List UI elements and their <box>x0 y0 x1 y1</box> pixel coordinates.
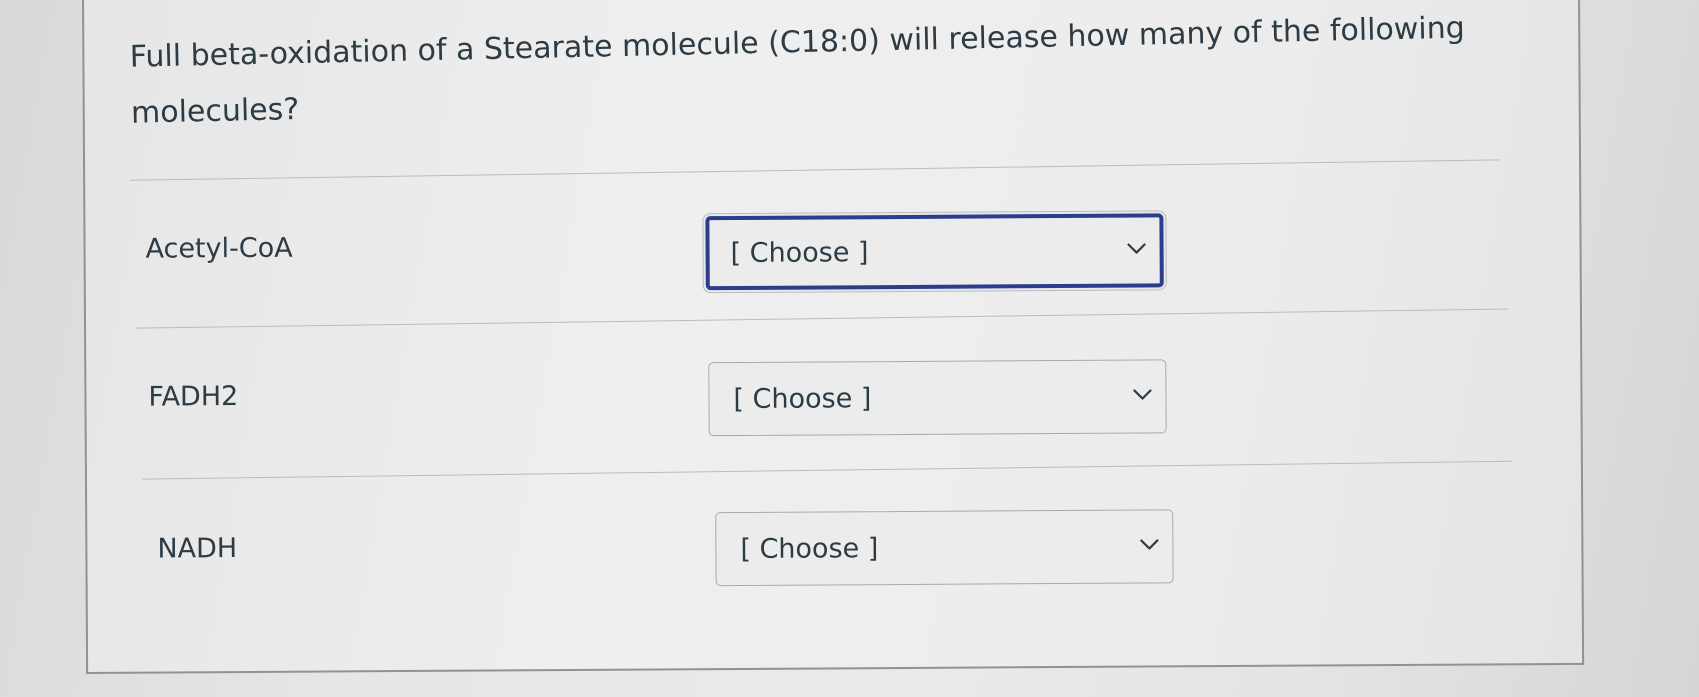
row-label-fadh2: FADH2 <box>148 381 239 413</box>
chevron-down-icon <box>1127 243 1146 254</box>
row-label-nadh: NADH <box>157 533 238 565</box>
question-panel: Full beta-oxidation of a Stearate molecu… <box>82 0 1585 674</box>
divider-row-1 <box>136 308 1508 329</box>
chevron-down-icon <box>1133 389 1152 400</box>
acetyl-coa-select-value: [ Choose ] <box>730 236 869 269</box>
nadh-select-value: [ Choose ] <box>740 532 879 565</box>
chevron-down-icon <box>1140 539 1159 550</box>
divider-row-2 <box>141 460 1512 480</box>
fadh2-select[interactable]: [ Choose ] <box>708 359 1167 437</box>
acetyl-coa-select[interactable]: [ Choose ] <box>705 213 1164 291</box>
row-label-acetyl-coa: Acetyl-CoA <box>145 232 293 265</box>
nadh-select[interactable]: [ Choose ] <box>715 509 1174 587</box>
question-text: Full beta-oxidation of a Stearate molecu… <box>129 10 1466 131</box>
divider-top <box>130 159 1500 181</box>
fadh2-select-value: [ Choose ] <box>733 382 872 415</box>
